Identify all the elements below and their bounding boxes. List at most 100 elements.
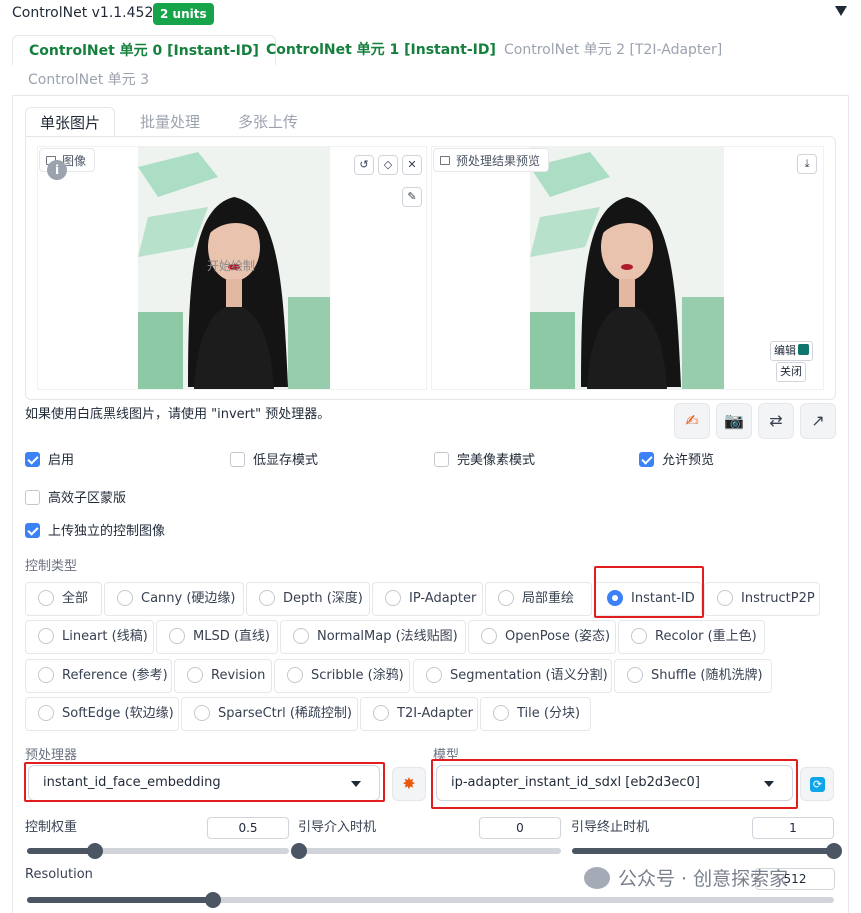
radio-sparsectrl[interactable]: SparseCtrl (稀疏控制) (181, 697, 358, 731)
radio-instructp2p[interactable]: InstructP2P (704, 582, 820, 616)
enable-checkbox[interactable]: 启用 (25, 452, 74, 470)
radio-label: Lineart (线稿) (62, 629, 148, 644)
slider-fill (572, 848, 834, 854)
wechat-icon (584, 867, 610, 889)
radio-label: Shuffle (随机洗牌) (651, 668, 763, 683)
run-preprocessor-button[interactable]: ✸ (392, 767, 426, 801)
radio-all[interactable]: 全部 (25, 582, 102, 616)
effective-mask-checkbox[interactable]: 高效子区蒙版 (25, 490, 126, 508)
refresh-models-button[interactable]: ⟳ (800, 767, 834, 801)
swap-dimensions-button[interactable]: ⇄ (758, 403, 794, 439)
radio-label: Revision (211, 668, 266, 683)
pixel-perfect-checkbox[interactable]: 完美像素模式 (434, 452, 535, 470)
checkbox-icon (639, 452, 654, 467)
radio-label: SparseCtrl (稀疏控制) (218, 706, 352, 721)
radio-icon (287, 667, 303, 683)
radio-label: 全部 (62, 591, 89, 606)
pixel-perfect-label: 完美像素模式 (457, 453, 536, 468)
slider-handle[interactable] (291, 843, 307, 859)
download-icon: ⤓ (804, 157, 810, 170)
radio-icon (187, 667, 203, 683)
tab-unit-3[interactable]: ControlNet 单元 3 (12, 65, 165, 95)
tab-unit-2[interactable]: ControlNet 单元 2 [T2I-Adapter] (488, 35, 738, 65)
refresh-icon: ⟳ (810, 777, 825, 792)
radio-icon (498, 590, 514, 606)
effective-mask-label: 高效子区蒙版 (48, 491, 127, 506)
radio-icon (631, 628, 647, 644)
slider-handle[interactable] (204, 892, 221, 908)
radio-scribble[interactable]: Scribble (涂鸦) (274, 659, 410, 693)
tab-multi-upload[interactable]: 多张上传 (224, 107, 312, 137)
brush-button[interactable]: ✎ (402, 187, 422, 207)
radio-reference[interactable]: Reference (参考) (25, 659, 172, 693)
radio-normalmap[interactable]: NormalMap (法线贴图) (280, 620, 466, 654)
radio-segmentation[interactable]: Segmentation (语义分割) (413, 659, 612, 693)
watermark: 公众号 · 创意探索家 (584, 864, 788, 891)
undo-button[interactable]: ↺ (354, 155, 374, 175)
guidance-start-label: 引导介入时机 (298, 820, 377, 835)
tab-unit-1[interactable]: ControlNet 单元 1 [Instant-ID] (250, 35, 512, 65)
control-weight-slider[interactable] (27, 843, 289, 859)
radio-openpose[interactable]: OpenPose (姿态) (468, 620, 616, 654)
edit-icon (798, 344, 809, 355)
radio-label: Recolor (重上色) (655, 629, 757, 644)
radio-icon (38, 667, 54, 683)
control-weight-input[interactable]: 0.5 (207, 817, 289, 839)
slider-handle[interactable] (87, 843, 104, 859)
radio-label: Tile (分块) (517, 706, 581, 721)
upload-independent-checkbox[interactable]: 上传独立的控制图像 (25, 523, 165, 541)
radio-mlsd[interactable]: MLSD (直线) (156, 620, 278, 654)
info-icon[interactable]: i (47, 160, 67, 180)
preprocessor-label: 预处理器 (25, 748, 78, 763)
radio-icon (481, 628, 497, 644)
radio-label: MLSD (直线) (193, 629, 270, 644)
start-drawing-text[interactable]: 开始绘制 (207, 257, 255, 274)
allow-preview-label: 允许预览 (662, 453, 715, 468)
radio-icon (38, 705, 54, 721)
radio-revision[interactable]: Revision (174, 659, 272, 693)
edit-button[interactable]: 编辑 (770, 341, 813, 361)
model-highlight (431, 759, 798, 809)
radio-lineart[interactable]: Lineart (线稿) (25, 620, 154, 654)
write-icon: ✍ (685, 411, 699, 430)
radio-icon (627, 667, 643, 683)
erase-button[interactable]: ◇ (378, 155, 398, 175)
radio-depth[interactable]: Depth (深度) (246, 582, 370, 616)
preprocessor-highlight (24, 762, 385, 802)
low-vram-checkbox[interactable]: 低显存模式 (230, 452, 318, 470)
guidance-start-slider[interactable] (291, 843, 561, 859)
preview-photo (530, 147, 724, 389)
webcam-button[interactable]: 📷 (716, 403, 752, 439)
send-dimensions-button[interactable]: ↗ (800, 403, 836, 439)
resolution-slider[interactable] (27, 892, 834, 908)
image-icon (440, 156, 450, 165)
create-canvas-button[interactable]: ✍ (674, 403, 710, 439)
tab-batch[interactable]: 批量处理 (126, 107, 214, 137)
guidance-end-slider[interactable] (572, 843, 842, 859)
radio-canny[interactable]: Canny (硬边缘) (104, 582, 244, 616)
clear-button[interactable]: ✕ (402, 155, 422, 175)
radio-label: OpenPose (姿态) (505, 629, 611, 644)
radio-ip-adapter[interactable]: IP-Adapter (372, 582, 483, 616)
collapse-icon[interactable] (835, 6, 847, 16)
radio-recolor[interactable]: Recolor (重上色) (618, 620, 765, 654)
allow-preview-checkbox[interactable]: 允许预览 (639, 452, 714, 470)
radio-tile[interactable]: Tile (分块) (480, 697, 591, 731)
slider-fill (27, 848, 96, 854)
radio-inpaint[interactable]: 局部重绘 (485, 582, 592, 616)
tab-single-image[interactable]: 单张图片 (25, 107, 116, 137)
radio-icon (385, 590, 401, 606)
guidance-end-input[interactable]: 1 (752, 817, 834, 839)
radio-shuffle[interactable]: Shuffle (随机洗牌) (614, 659, 772, 693)
close-preview-button[interactable]: 关闭 (776, 362, 806, 382)
tab-unit-0[interactable]: ControlNet 单元 0 [Instant-ID] (12, 35, 276, 65)
radio-icon (117, 590, 133, 606)
guidance-start-input[interactable]: 0 (479, 817, 561, 839)
enable-label: 启用 (48, 453, 75, 468)
radio-label: Canny (硬边缘) (141, 591, 236, 606)
radio-softedge[interactable]: SoftEdge (软边缘) (25, 697, 179, 731)
slider-handle[interactable] (826, 843, 842, 859)
download-button[interactable]: ⤓ (797, 154, 817, 174)
radio-t2i-adapter[interactable]: T2I-Adapter (360, 697, 478, 731)
slider-fill (27, 897, 213, 903)
